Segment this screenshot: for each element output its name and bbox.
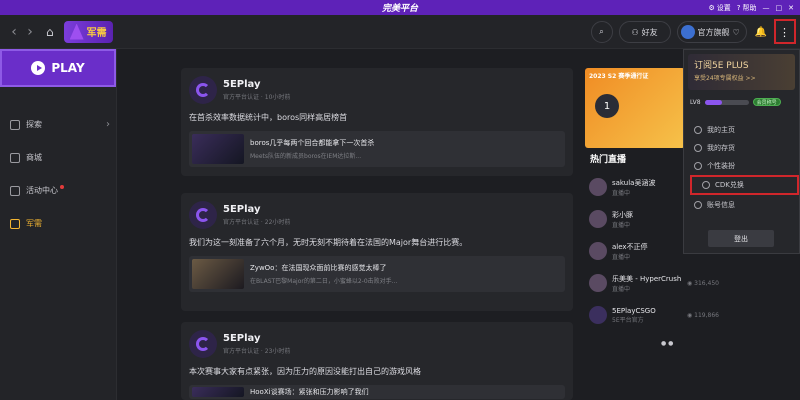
live-item[interactable]: 5EPlayCSGO 5E平台官方 [589, 302, 749, 328]
feed-card: 5EPlay 官方平台认证 · 10小时前 在首杀效率数据统计中，boros同样… [181, 68, 573, 176]
avatar [589, 274, 607, 292]
carousel-dots[interactable]: ● ● [661, 340, 673, 347]
level-row: LV8 会员称号 [690, 98, 793, 106]
article-title: boros几乎每两个回合都能拿下一次首杀 [250, 139, 375, 147]
shop-icon [10, 152, 20, 163]
wand-icon [694, 162, 702, 170]
author-name[interactable]: 5EPlay [223, 333, 290, 344]
top-bar: ‹ › ⌂ 军需 ⌕ ⚇ 好友 官方旗舰 ♡ 🔔 ⋮ [0, 15, 800, 49]
sidebar-item-junxu[interactable]: 军需 [0, 207, 116, 240]
compass-icon [10, 119, 20, 130]
verified-text: 官方平台认证 [223, 219, 260, 226]
article-thumbnail [192, 387, 244, 397]
menu-item-my-homepage[interactable]: 我的主页 [684, 120, 800, 140]
menu-item-customize[interactable]: 个性装扮 [684, 156, 800, 176]
cdk-icon [702, 181, 710, 189]
sidebar: PLAY 探索 › 商城 活动中心 军需 [0, 49, 117, 400]
menu-item-cdk-redeem[interactable]: CDK兑换 [690, 175, 799, 195]
article-thumbnail [192, 259, 244, 289]
minimize-button[interactable]: — [763, 4, 770, 12]
title-bar: 完美平台 ⚙ 设置 ? 帮助 — □ ✕ [0, 0, 800, 15]
avatar [589, 242, 607, 260]
hot-live-title: 热门直播 [590, 155, 627, 165]
embedded-article[interactable]: boros几乎每两个回合都能拿下一次首杀 Meets队伍的新成员boros在IE… [189, 131, 565, 167]
feed: 5EPlay 官方平台认证 · 10小时前 在首杀效率数据统计中，boros同样… [181, 68, 573, 400]
play-icon [31, 61, 46, 75]
menu-item-inventory[interactable]: 我的存货 [684, 138, 800, 158]
user-dropdown-menu: 订阅5E PLUS 享受24项专属权益 >> LV8 会员称号 我的主页 我的存… [683, 49, 800, 254]
chevron-right-icon: › [106, 119, 110, 130]
post-text: 本次赛事大家有点紧张，因为压力的原因没能打出自己的游戏风格 [189, 367, 421, 376]
friends-icon: ⚇ [631, 27, 639, 37]
maximize-button[interactable]: □ [776, 4, 783, 12]
live-item[interactable]: 乐美美 - HyperCrush 直播中 [589, 270, 749, 296]
avatar[interactable] [189, 330, 217, 358]
level-badge: 1 [595, 94, 619, 118]
sidebar-item-events[interactable]: 活动中心 [0, 174, 116, 207]
author-name[interactable]: 5EPlay [223, 204, 290, 215]
article-desc: 在BLAST巴黎Major的第二日，小蜜蜂以2-0击败对手... [250, 278, 398, 285]
view-count: ◉ 119,866 [687, 312, 719, 319]
search-button[interactable]: ⌕ [590, 21, 613, 43]
jun-xu-button[interactable]: 军需 [63, 20, 113, 43]
settings-link[interactable]: ⚙ 设置 [709, 3, 731, 13]
article-desc: Meets队伍的新成员boros在IEM达拉斯... [250, 153, 362, 160]
user-profile-button[interactable]: 官方旗舰 ♡ [676, 21, 747, 43]
menu-item-account-info[interactable]: 账号信息 [684, 195, 800, 215]
gift-icon [10, 185, 20, 196]
verified-text: 官方平台认证 [223, 348, 260, 355]
embedded-article[interactable]: ZywOo：在法国现众面前比赛的感觉太棒了 在BLAST巴黎Major的第二日，… [189, 256, 565, 292]
help-icon: ? [736, 3, 741, 12]
embedded-article[interactable]: HooXi谈赛场：紧张和压力影响了我们 [189, 385, 565, 399]
play-button[interactable]: PLAY [0, 49, 116, 87]
view-count: ◉ 316,450 [687, 280, 719, 287]
search-icon: ⌕ [599, 27, 604, 36]
home-icon[interactable]: ⌂ [46, 25, 54, 39]
avatar[interactable] [189, 201, 217, 229]
cone-icon [69, 23, 84, 40]
timestamp: 10小时前 [264, 94, 291, 101]
notification-dot [60, 185, 64, 189]
article-thumbnail [192, 134, 244, 164]
avatar [589, 210, 607, 228]
friends-button[interactable]: ⚇ 好友 [618, 21, 671, 43]
bell-icon[interactable]: 🔔 [755, 27, 767, 38]
forward-arrow-icon[interactable]: › [22, 24, 38, 40]
avatar [680, 25, 695, 39]
help-link[interactable]: ? 帮助 [737, 3, 757, 13]
gear-icon: ⚙ [708, 3, 715, 12]
author-name[interactable]: 5EPlay [223, 79, 290, 90]
highlight-more-menu [774, 19, 796, 44]
level-label: LV8 [690, 98, 701, 106]
article-title: HooXi谈赛场：紧张和压力影响了我们 [250, 388, 369, 396]
avatar[interactable] [189, 76, 217, 104]
season-pass-banner[interactable]: 2023 S2 赛季通行证 1 [585, 68, 685, 148]
sidebar-item-explore[interactable]: 探索 › [0, 108, 116, 141]
verified-text: 官方平台认证 [223, 94, 260, 101]
heart-icon: ♡ [732, 27, 740, 37]
plus-subscribe-banner[interactable]: 订阅5E PLUS 享受24项专属权益 >> [688, 54, 795, 90]
sidebar-item-shop[interactable]: 商城 [0, 141, 116, 174]
avatar [589, 306, 607, 324]
logout-button[interactable]: 登出 [708, 230, 774, 247]
feed-card: 5EPlay 官方平台认证 · 23小时前 本次赛事大家有点紧张，因为压力的原因… [181, 322, 573, 400]
app-logo: 完美平台 [381, 4, 418, 14]
box-icon [694, 144, 702, 152]
article-title: ZywOo：在法国现众面前比赛的感觉太棒了 [250, 264, 387, 272]
back-arrow-icon[interactable]: ‹ [6, 24, 22, 40]
level-progress [704, 99, 749, 105]
timestamp: 23小时前 [264, 348, 291, 355]
avatar [589, 178, 607, 196]
info-icon [694, 201, 702, 209]
vip-badge: 会员称号 [752, 98, 781, 106]
feed-card: 5EPlay 官方平台认证 · 22小时前 我们为这一刻准备了六个月，无时无刻不… [181, 193, 573, 311]
close-button[interactable]: ✕ [788, 4, 794, 12]
post-text: 在首杀效率数据统计中，boros同样高居榜首 [189, 113, 348, 122]
user-icon [694, 126, 702, 134]
timestamp: 22小时前 [264, 219, 291, 226]
gun-icon [10, 218, 20, 229]
post-text: 我们为这一刻准备了六个月，无时无刻不期待着在法国的Major舞台进行比赛。 [189, 238, 468, 247]
